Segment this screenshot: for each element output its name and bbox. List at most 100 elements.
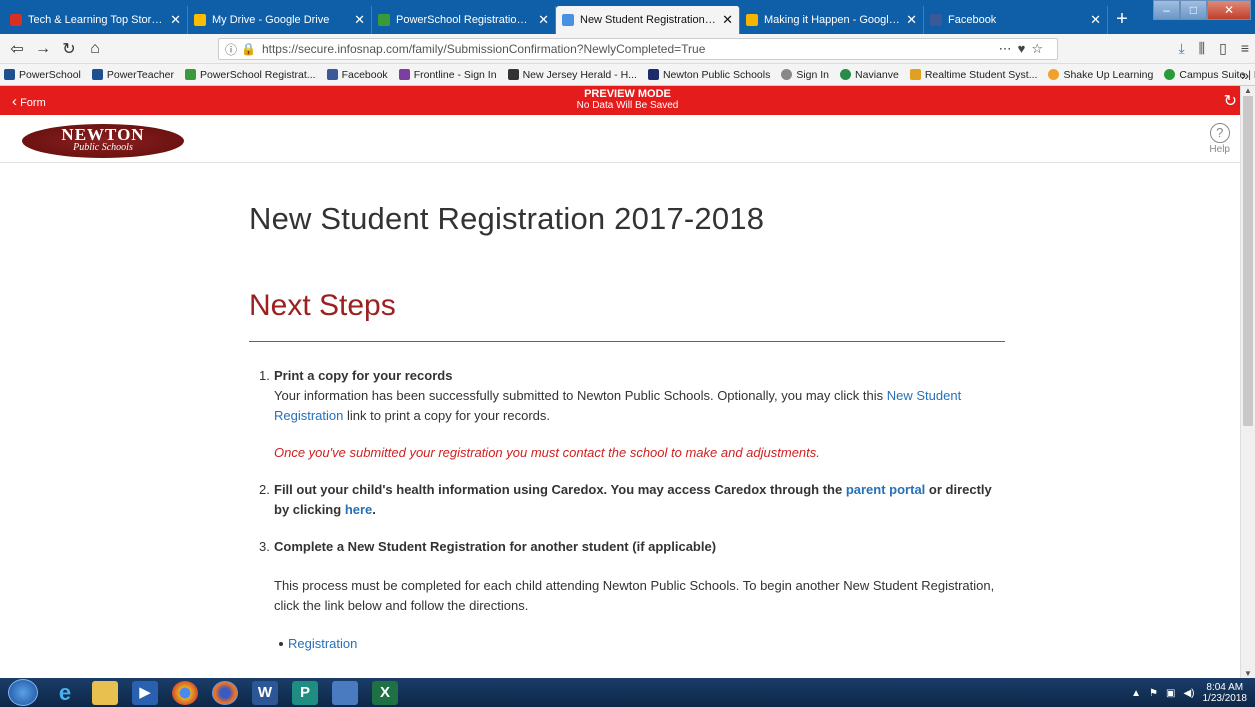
media-player-icon[interactable]: ▶ (132, 680, 158, 705)
list-item: Registration (279, 634, 1005, 654)
word-icon[interactable]: W (252, 680, 278, 705)
home-icon[interactable]: ⌂ (82, 40, 108, 58)
refresh-icon[interactable]: ↻ (1224, 91, 1237, 111)
bookmark-realtime[interactable]: Realtime Student Syst... (909, 69, 1037, 81)
clock[interactable]: 8:04 AM 1/23/2018 (1203, 682, 1248, 704)
bookmark-nj-herald[interactable]: New Jersey Herald - H... (507, 69, 637, 81)
chrome-icon[interactable] (172, 680, 198, 705)
bookmark-navianve[interactable]: Navianve (840, 69, 899, 81)
windows-taskbar: e ▶ W P X ▲ ⚑ ▣ ◀) 8:04 AM 1/23/2018 (0, 678, 1255, 707)
powerteacher-icon (91, 69, 103, 80)
bookmark-powerteacher[interactable]: PowerTeacher (91, 69, 174, 81)
realtime-icon (909, 69, 921, 80)
close-tab-icon[interactable]: ✕ (538, 12, 549, 28)
facebook-icon (930, 14, 942, 26)
bookmark-powerschool-registration[interactable]: PowerSchool Registrat... (185, 69, 316, 81)
bookmark-newton-schools[interactable]: Newton Public Schools (647, 69, 770, 81)
window-controls: – □ ✕ (1153, 0, 1251, 20)
volume-icon[interactable]: ◀) (1183, 688, 1194, 699)
tab-google-slides[interactable]: Making it Happen - Google Sli ✕ (740, 6, 924, 34)
flag-icon[interactable]: ⚑ (1149, 688, 1158, 699)
address-bar[interactable]: ⓘ 🔒 https://secure.infosnap.com/family/S… (218, 38, 1058, 60)
tab-new-student-registration[interactable]: New Student Registration 2017✕ (556, 6, 740, 34)
download-icon[interactable]: ⤓ (1178, 40, 1184, 57)
registration-link[interactable]: Registration (288, 636, 357, 651)
page-scrollbar[interactable]: ▲ ▼ (1240, 86, 1255, 678)
more-bookmarks-icon[interactable]: » (1241, 67, 1249, 83)
toolbar-right: ⤓ ⫼ ▯ ≡ (1178, 40, 1249, 57)
system-tray: ▲ ⚑ ▣ ◀) 8:04 AM 1/23/2018 (1131, 682, 1247, 704)
scroll-up-icon[interactable]: ▲ (1244, 86, 1252, 95)
gmail-icon (10, 14, 22, 26)
bookmark-sign-in[interactable]: Sign In (781, 69, 829, 81)
step-3-title: Complete a New Student Registration for … (274, 539, 717, 554)
newton-logo: NEWTON Public Schools (22, 124, 184, 158)
warning-text: Once you've submitted your registration … (274, 445, 820, 460)
page-actions-icons[interactable]: ⋯♥☆ (999, 41, 1049, 57)
forward-arrow-icon[interactable]: → (30, 40, 56, 58)
close-tab-icon[interactable]: ✕ (1090, 12, 1101, 28)
help-button[interactable]: ? Help (1209, 123, 1230, 155)
tab-tech-learning[interactable]: Tech & Learning Top Stories: L ✕ (4, 6, 188, 34)
menu-icon[interactable]: ≡ (1241, 40, 1249, 57)
preview-mode-bar: ‹ Form PREVIEW MODE No Data Will Be Saved… (0, 86, 1255, 115)
minimize-button[interactable]: – (1153, 0, 1180, 20)
close-tab-icon[interactable]: ✕ (354, 12, 365, 28)
close-tab-icon[interactable]: ✕ (170, 12, 181, 28)
show-hidden-icon[interactable]: ▲ (1131, 688, 1141, 699)
new-tab-button[interactable]: + (1108, 6, 1136, 34)
close-window-button[interactable]: ✕ (1207, 0, 1251, 20)
frontline-icon (398, 69, 410, 80)
excel-icon[interactable]: X (372, 680, 398, 705)
reload-icon[interactable]: ↻ (56, 39, 82, 59)
bookmark-powerschool[interactable]: PowerSchool (4, 69, 81, 81)
powerschool-icon (4, 69, 15, 80)
start-button[interactable] (8, 679, 38, 706)
maximize-button[interactable]: □ (1180, 0, 1207, 20)
scroll-down-icon[interactable]: ▼ (1244, 669, 1252, 678)
slides-icon (746, 14, 758, 26)
step-3-description: This process must be completed for each … (274, 578, 995, 613)
tab-google-drive[interactable]: My Drive - Google Drive ✕ (188, 6, 372, 34)
newton-icon (647, 69, 659, 80)
bookmark-shake-up-learning[interactable]: Shake Up Learning (1048, 69, 1153, 81)
navianve-icon (840, 69, 852, 80)
facebook-icon (326, 69, 338, 80)
publisher-icon[interactable]: P (292, 680, 318, 705)
main-content: New Student Registration 2017-2018 Next … (249, 163, 1005, 654)
internet-explorer-icon[interactable]: e (52, 680, 78, 705)
shake-up-icon (1048, 69, 1060, 80)
section-title: Next Steps (249, 289, 1005, 342)
step-1: 1. Print a copy for your records Your in… (259, 368, 962, 423)
bookmarks-bar: PowerSchool PowerTeacher PowerSchool Reg… (0, 64, 1255, 86)
browser-tab-bar: Tech & Learning Top Stories: L ✕ My Drive… (0, 0, 1255, 34)
tab-facebook[interactable]: Facebook ✕ (924, 6, 1108, 34)
bookmark-frontline[interactable]: Frontline - Sign In (398, 69, 497, 81)
file-explorer-icon[interactable] (92, 680, 118, 705)
remote-desktop-icon[interactable] (332, 680, 358, 705)
bookmark-facebook[interactable]: Facebook (326, 69, 388, 81)
back-arrow-icon[interactable]: ⇦ (4, 39, 30, 59)
clock-icon (781, 69, 793, 80)
step-3: 3. Complete a New Student Registration f… (259, 539, 717, 554)
scrollbar-thumb[interactable] (1243, 96, 1253, 426)
school-header: NEWTON Public Schools ? Help (0, 115, 1240, 163)
close-tab-icon[interactable]: ✕ (906, 12, 917, 28)
herald-icon (507, 69, 519, 80)
step-1-title: Print a copy for your records (274, 368, 453, 383)
sidebar-icon[interactable]: ▯ (1219, 40, 1227, 57)
url-text: https://secure.infosnap.com/family/Submi… (261, 42, 706, 56)
network-icon[interactable]: ▣ (1166, 688, 1175, 699)
parent-portal-link[interactable]: parent portal (846, 482, 925, 497)
firefox-icon[interactable] (212, 680, 238, 705)
powerschool-icon (378, 14, 390, 26)
library-icon[interactable]: ⫼ (1199, 40, 1205, 57)
caredox-here-link[interactable]: here (345, 502, 372, 517)
tab-powerschool[interactable]: PowerSchool Registration Porta✕ (372, 6, 556, 34)
registration-icon (185, 69, 196, 80)
page-icon (562, 14, 574, 26)
close-tab-icon[interactable]: ✕ (722, 12, 733, 28)
drive-icon (194, 14, 206, 26)
info-icon[interactable]: ⓘ (225, 41, 237, 58)
page-title: New Student Registration 2017-2018 (249, 201, 765, 236)
